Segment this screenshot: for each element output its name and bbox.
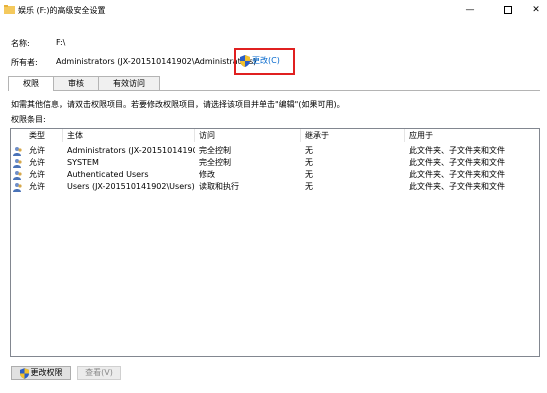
cell-applies-to: 此文件夹、子文件夹和文件 [409, 170, 505, 179]
column-header-type[interactable]: 类型 [11, 129, 63, 142]
table-header: 类型 主体 访问 继承于 应用于 [11, 129, 539, 142]
cell-access: 完全控制 [199, 146, 231, 155]
permission-entries-label: 权限条目: [11, 115, 46, 124]
cell-applies-to: 此文件夹、子文件夹和文件 [409, 182, 505, 191]
cell-inherited-from: 无 [305, 158, 313, 167]
uac-shield-icon [19, 367, 29, 379]
owner-value: Administrators (JX-20151014190​2\Adminis… [56, 57, 257, 66]
table-row[interactable]: 允许 Users (JX-20151014190​2\Users) 读取和执行 … [11, 181, 539, 193]
minimize-button[interactable]: — [455, 0, 485, 20]
tab-auditing[interactable]: 审核 [53, 76, 99, 90]
window-title: 娱乐 (F:)的高级安全设置 [18, 6, 106, 15]
close-button[interactable]: ✕ [521, 0, 547, 20]
maximize-icon [504, 5, 512, 14]
column-header-inherited-from[interactable]: 继承于 [301, 129, 405, 142]
info-text: 如需其他信息，请双击权限项目。若要修改权限项目，请选择该项目并单击"编辑"(如果… [11, 100, 345, 109]
cell-inherited-from: 无 [305, 170, 313, 179]
owner-label: 所有者: [11, 58, 38, 67]
permission-entries-table[interactable]: 类型 主体 访问 继承于 应用于 允许 Administrators (JX-2… [10, 128, 540, 357]
cell-principal: Authenticated Users [67, 170, 149, 179]
tab-bar: 权限 审核 有效访问 [8, 76, 160, 91]
tab-effective-access[interactable]: 有效访问 [98, 76, 160, 90]
cell-access: 修改 [199, 170, 215, 179]
cell-principal: SYSTEM [67, 158, 99, 167]
table-row[interactable]: 允许 Authenticated Users 修改 无 此文件夹、子文件夹和文件 [11, 169, 539, 181]
change-owner-label: 更改(C) [252, 56, 280, 65]
column-header-applies-to[interactable]: 应用于 [405, 129, 539, 142]
table-row[interactable]: 允许 Administrators (JX-20151014190... 完全控… [11, 145, 539, 157]
cell-type: 允许 [29, 182, 45, 191]
table-row[interactable]: 允许 SYSTEM 完全控制 无 此文件夹、子文件夹和文件 [11, 157, 539, 169]
title-bar: 娱乐 (F:)的高级安全设置 — ✕ [0, 0, 547, 22]
folder-icon [4, 5, 15, 14]
cell-applies-to: 此文件夹、子文件夹和文件 [409, 158, 505, 167]
change-owner-link[interactable]: 更改(C) [240, 53, 280, 69]
change-permissions-label: 更改权限 [30, 368, 63, 377]
cell-type: 允许 [29, 158, 45, 167]
cell-inherited-from: 无 [305, 182, 313, 191]
cell-inherited-from: 无 [305, 146, 313, 155]
column-header-principal[interactable]: 主体 [63, 129, 195, 142]
cell-access: 读取和执行 [199, 182, 239, 191]
tab-permissions[interactable]: 权限 [8, 76, 54, 91]
column-header-access[interactable]: 访问 [195, 129, 301, 142]
name-label: 名称: [11, 39, 30, 48]
cell-type: 允许 [29, 170, 45, 179]
uac-shield-icon [240, 55, 250, 67]
view-button[interactable]: 查看(V) [77, 366, 121, 380]
cell-type: 允许 [29, 146, 45, 155]
cell-principal: Administrators (JX-20151014190... [67, 146, 195, 155]
maximize-button[interactable] [493, 0, 523, 20]
cell-principal: Users (JX-20151014190​2\Users) [67, 182, 195, 191]
cell-access: 完全控制 [199, 158, 231, 167]
tab-divider [8, 90, 540, 91]
change-permissions-button[interactable]: 更改权限 [11, 366, 71, 380]
cell-applies-to: 此文件夹、子文件夹和文件 [409, 146, 505, 155]
name-value: F:\ [56, 38, 66, 47]
